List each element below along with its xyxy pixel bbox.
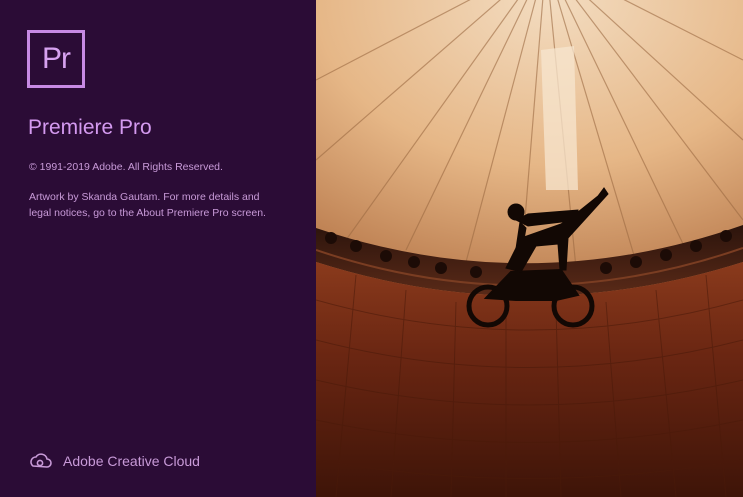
- copyright-text: © 1991-2019 Adobe. All Rights Reserved.: [29, 161, 223, 173]
- creative-cloud-icon: [30, 453, 52, 468]
- brand-label: Adobe Creative Cloud: [63, 453, 200, 469]
- motorcycle-well-of-death-artwork: [316, 0, 743, 497]
- adobe-creative-cloud-brand: Adobe Creative Cloud: [29, 449, 200, 473]
- splash-artwork: [316, 0, 743, 497]
- logo-text: Pr: [42, 42, 71, 75]
- product-name: Premiere Pro: [28, 116, 152, 139]
- credits-text: Artwork by Skanda Gautam. For more detai…: [29, 191, 266, 219]
- splash-screen: Pr Premiere Pro © 1991-2019 Adobe. All R…: [0, 0, 743, 497]
- info-panel: Pr Premiere Pro © 1991-2019 Adobe. All R…: [0, 0, 316, 497]
- premiere-pro-logo-icon: Pr: [27, 30, 85, 88]
